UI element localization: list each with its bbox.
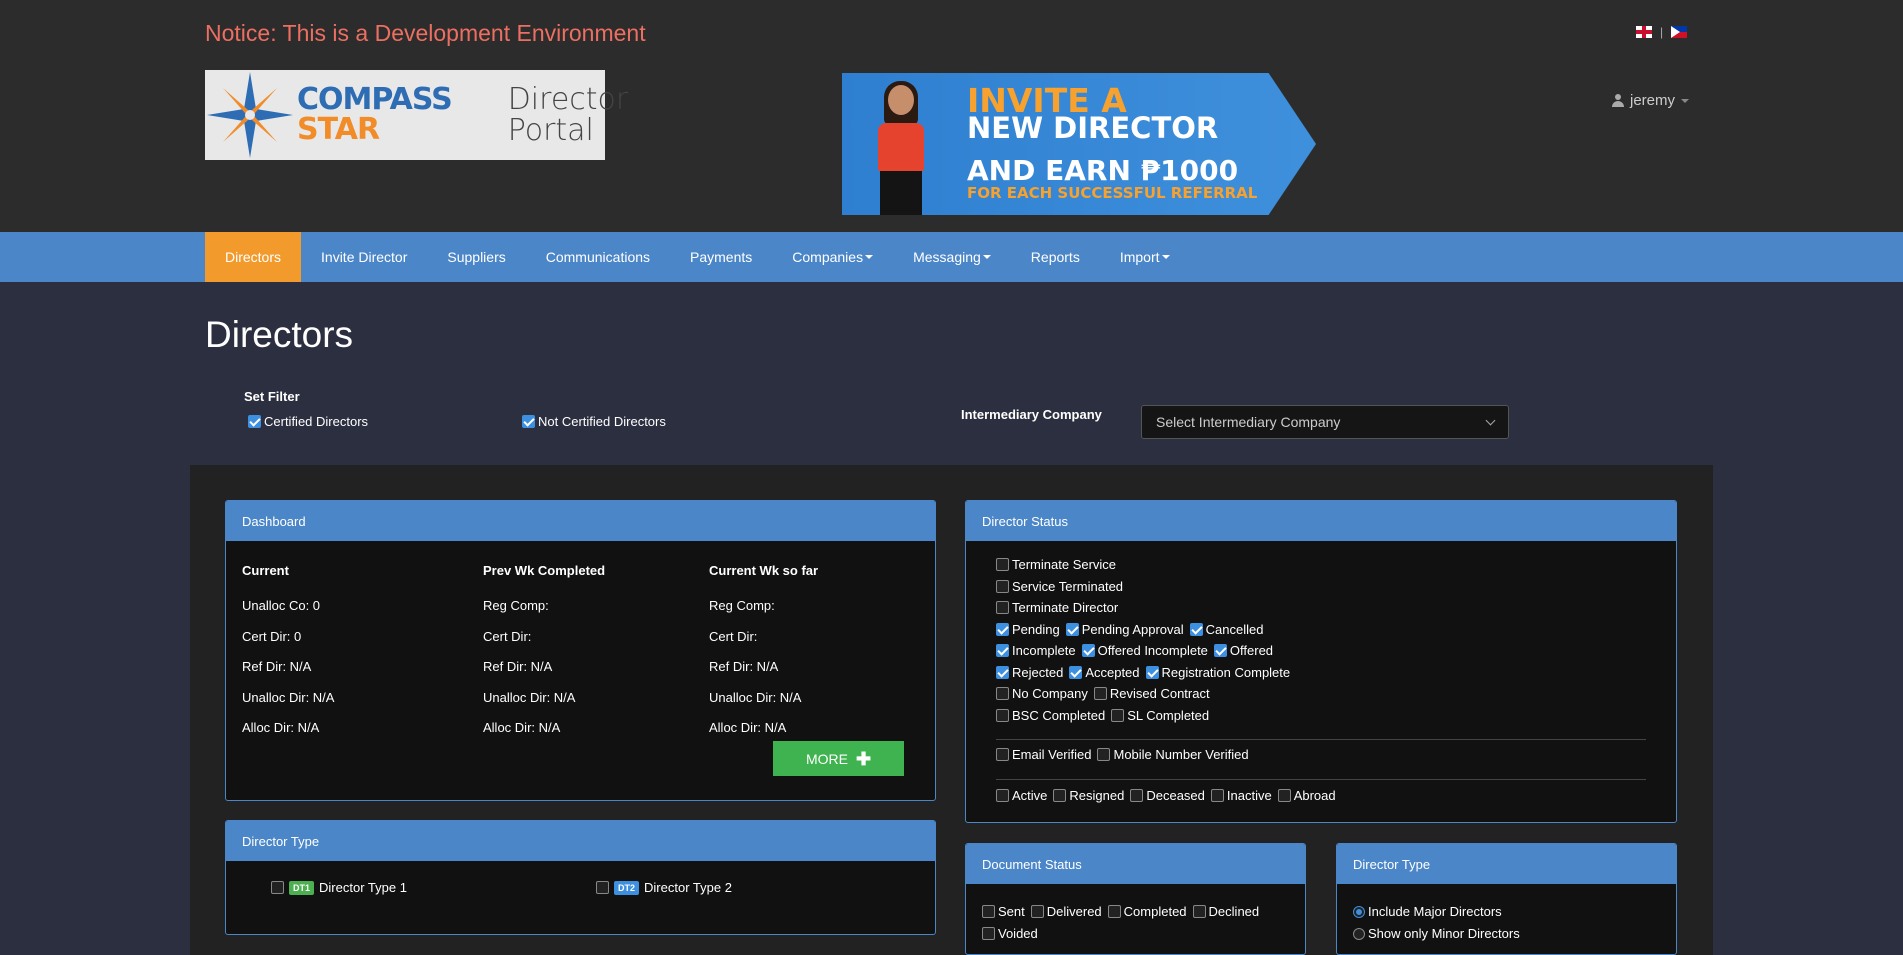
document-status-title: Document Status: [966, 844, 1305, 884]
director-type-title: Director Type: [226, 821, 935, 861]
nav-reports[interactable]: Reports: [1011, 232, 1100, 282]
terminate-director-checkbox[interactable]: Terminate Director: [996, 600, 1121, 615]
status-row: Pending Pending Approval Cancelled: [996, 622, 1266, 637]
terminate-service-checkbox[interactable]: Terminate Service: [996, 557, 1119, 572]
chevron-down-icon: [1161, 255, 1170, 259]
uk-flag-icon[interactable]: [1636, 26, 1652, 38]
status-row: No Company Revised Contract: [996, 686, 1213, 701]
document-status-row: Voided: [982, 926, 1041, 941]
compass-star-icon: [205, 70, 295, 160]
no-company-checkbox[interactable]: No Company: [996, 686, 1091, 701]
plus-icon: ✚: [855, 748, 872, 769]
main-nav: Directors Invite Director Suppliers Comm…: [0, 232, 1903, 282]
status-row: Terminate Service: [996, 557, 1119, 572]
status-row: BSC Completed SL Completed: [996, 708, 1212, 723]
status-row: Active Resigned Deceased Inactive Abroad: [996, 788, 1339, 803]
more-button[interactable]: MORE ✚: [773, 741, 904, 776]
completed-checkbox[interactable]: Completed: [1107, 904, 1190, 919]
director-status-card: Director Status Terminate Service Service…: [965, 500, 1677, 823]
dt2-badge: DT2: [614, 880, 640, 895]
active-checkbox[interactable]: Active: [996, 788, 1050, 803]
deceased-checkbox[interactable]: Deceased: [1130, 788, 1208, 803]
abroad-checkbox[interactable]: Abroad: [1277, 788, 1339, 803]
divider: [996, 779, 1646, 780]
main-panel: Dashboard Current Unalloc Co: 0 Cert Dir…: [190, 465, 1713, 955]
logo-portal-text: Director Portal: [507, 81, 629, 148]
cancelled-checkbox[interactable]: Cancelled: [1189, 622, 1267, 637]
inactive-checkbox[interactable]: Inactive: [1210, 788, 1275, 803]
dashboard-current-column: Current Unalloc Co: 0 Cert Dir: 0 Ref Di…: [242, 563, 335, 735]
not-certified-directors-checkbox[interactable]: Not Certified Directors: [522, 414, 666, 429]
nav-invite-director[interactable]: Invite Director: [301, 232, 427, 282]
document-status-card: Document Status Sent Delivered Completed De…: [965, 843, 1306, 955]
compass-star-logo[interactable]: COMPASS STAR Director Portal: [205, 70, 628, 160]
director-type-1-checkbox[interactable]: DT1 Director Type 1: [271, 880, 407, 895]
resigned-checkbox[interactable]: Resigned: [1053, 788, 1127, 803]
status-row: Email Verified Mobile Number Verified: [996, 747, 1252, 762]
language-switcher: |: [1636, 25, 1688, 39]
nav-suppliers[interactable]: Suppliers: [427, 232, 525, 282]
sent-checkbox[interactable]: Sent: [982, 904, 1028, 919]
revised-contract-checkbox[interactable]: Revised Contract: [1093, 686, 1213, 701]
pending-approval-checkbox[interactable]: Pending Approval: [1065, 622, 1187, 637]
banner-person-image: [856, 81, 946, 215]
chevron-down-icon: [982, 255, 991, 259]
intermediary-company-select[interactable]: Select Intermediary Company: [1141, 405, 1509, 439]
chevron-down-icon: [865, 255, 874, 259]
nav-communications[interactable]: Communications: [526, 232, 670, 282]
service-terminated-checkbox[interactable]: Service Terminated: [996, 579, 1126, 594]
bsc-completed-checkbox[interactable]: BSC Completed: [996, 708, 1108, 723]
certified-directors-checkbox[interactable]: Certified Directors: [248, 414, 368, 429]
director-type-filter-title: Director Type: [1337, 844, 1676, 884]
offered-incomplete-checkbox[interactable]: Offered Incomplete: [1081, 643, 1211, 658]
user-menu[interactable]: jeremy: [1612, 92, 1690, 109]
include-major-directors-radio[interactable]: Include Major Directors: [1353, 904, 1502, 919]
status-row: Service Terminated: [996, 579, 1126, 594]
nav-directors[interactable]: Directors: [205, 232, 302, 282]
declined-checkbox[interactable]: Declined: [1192, 904, 1263, 919]
chevron-down-icon: [1681, 98, 1690, 103]
nav-messaging[interactable]: Messaging: [893, 232, 1011, 282]
sl-completed-checkbox[interactable]: SL Completed: [1111, 708, 1212, 723]
delivered-checkbox[interactable]: Delivered: [1030, 904, 1105, 919]
voided-checkbox[interactable]: Voided: [982, 926, 1041, 941]
invite-director-banner[interactable]: INVITE A NEW DIRECTOR AND EARN ₱1000 FOR…: [842, 73, 1316, 215]
director-type-card: Director Type DT1 Director Type 1 DT2 Di…: [225, 820, 936, 935]
director-type-filter-card: Director Type Include Major Directors Sh…: [1336, 843, 1677, 955]
director-type-2-checkbox[interactable]: DT2 Director Type 2: [596, 880, 732, 895]
header: Notice: This is a Development Environmen…: [0, 0, 1903, 232]
ph-flag-icon[interactable]: [1671, 26, 1688, 38]
mobile-number-verified-checkbox[interactable]: Mobile Number Verified: [1097, 747, 1251, 762]
show-only-minor-directors-radio[interactable]: Show only Minor Directors: [1353, 926, 1520, 941]
nav-import[interactable]: Import: [1100, 232, 1190, 282]
pending-checkbox[interactable]: Pending: [996, 622, 1063, 637]
rejected-checkbox[interactable]: Rejected: [996, 665, 1066, 680]
nav-companies[interactable]: Companies: [772, 232, 893, 282]
document-status-row: Sent Delivered Completed Declined: [982, 904, 1262, 919]
dashboard-title: Dashboard: [226, 501, 935, 541]
intermediary-company-label: Intermediary Company: [961, 407, 1102, 422]
registration-complete-checkbox[interactable]: Registration Complete: [1145, 665, 1294, 680]
email-verified-checkbox[interactable]: Email Verified: [996, 747, 1094, 762]
dashboard-card: Dashboard Current Unalloc Co: 0 Cert Dir…: [225, 500, 936, 801]
status-row: Terminate Director: [996, 600, 1121, 615]
nav-payments[interactable]: Payments: [670, 232, 772, 282]
divider: [996, 739, 1646, 740]
user-icon: [1612, 94, 1624, 107]
offered-checkbox[interactable]: Offered: [1213, 643, 1276, 658]
chevron-down-icon: [1485, 415, 1496, 425]
dashboard-prev-week-column: Prev Wk Completed Reg Comp: Cert Dir: Re…: [483, 563, 606, 735]
dt1-badge: DT1: [289, 880, 315, 895]
status-row: Rejected Accepted Registration Complete: [996, 665, 1293, 680]
username: jeremy: [1630, 92, 1676, 109]
page-title: Directors: [205, 314, 354, 355]
dashboard-current-week-column: Current Wk so far Reg Comp: Cert Dir: Re…: [709, 563, 819, 735]
status-row: Incomplete Offered Incomplete Offered: [996, 643, 1276, 658]
director-status-title: Director Status: [966, 501, 1676, 541]
accepted-checkbox[interactable]: Accepted: [1069, 665, 1142, 680]
set-filter-label: Set Filter: [244, 389, 300, 404]
dev-notice: Notice: This is a Development Environmen…: [205, 20, 646, 46]
incomplete-checkbox[interactable]: Incomplete: [996, 643, 1079, 658]
